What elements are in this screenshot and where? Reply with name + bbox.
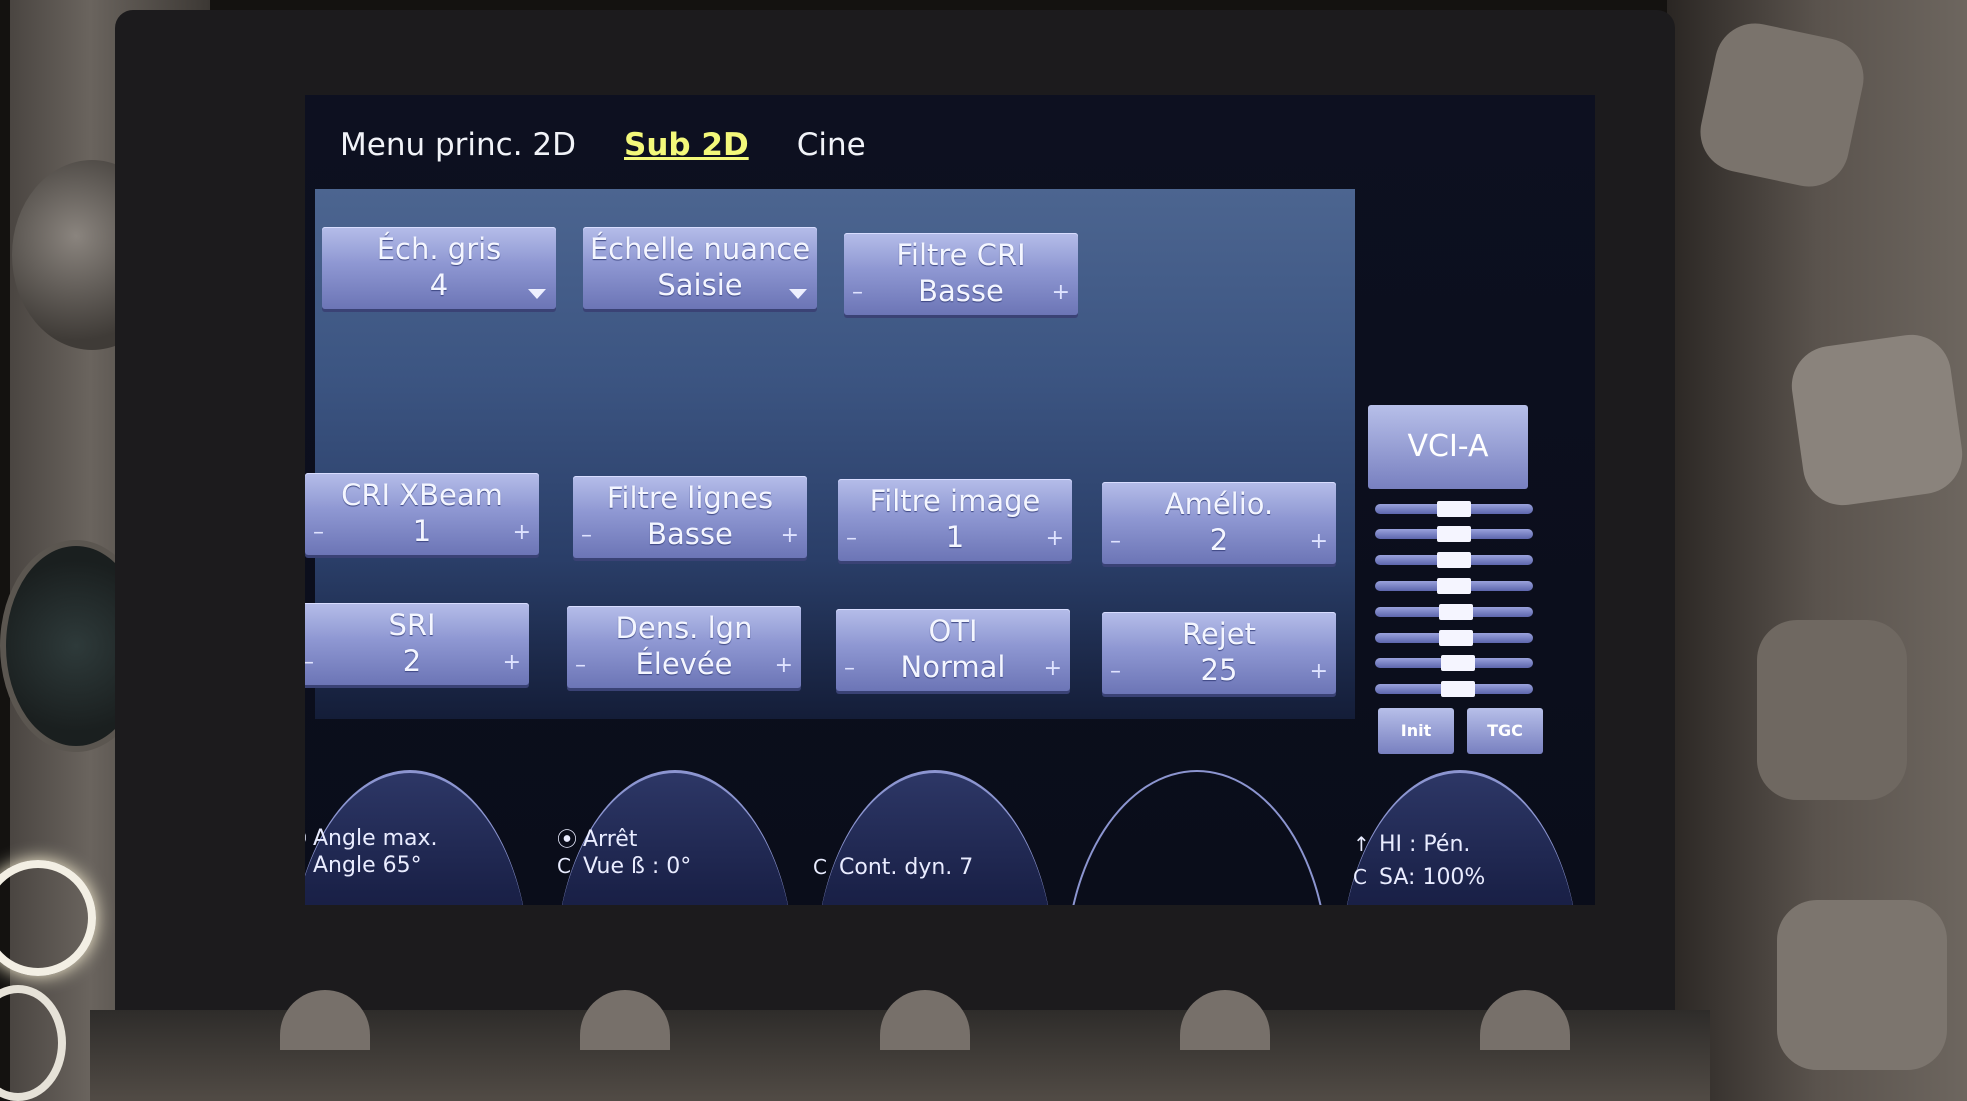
button-value: Saisie xyxy=(657,268,743,302)
dial-line: ↑ HI : Pén. xyxy=(1353,832,1471,857)
tgc-slider-track[interactable] xyxy=(1375,604,1533,620)
filtre-cri-button[interactable]: Filtre CRI Basse – + xyxy=(844,233,1078,315)
init-button[interactable]: Init xyxy=(1378,708,1454,754)
minus-icon[interactable]: – xyxy=(575,648,586,684)
minus-icon[interactable]: – xyxy=(846,521,857,557)
rotate-icon: C xyxy=(305,853,313,877)
button-value: 1 xyxy=(945,520,965,554)
plus-icon[interactable]: + xyxy=(781,518,799,554)
plus-icon[interactable]: + xyxy=(1044,651,1062,687)
button-value: 1 xyxy=(412,514,432,548)
ech-gris-button[interactable]: Éch. gris 4 xyxy=(322,227,556,309)
console-key xyxy=(1786,329,1967,511)
rejet-button[interactable]: Rejet 25 – + xyxy=(1102,612,1336,694)
plus-icon[interactable]: + xyxy=(503,645,521,681)
tab-cine[interactable]: Cine xyxy=(797,127,866,163)
tgc-button[interactable]: TGC xyxy=(1467,708,1543,754)
button-label: Filtre image xyxy=(869,484,1041,518)
button-label: SRI xyxy=(388,608,436,642)
button-label: Échelle nuance xyxy=(589,232,811,266)
cri-xbeam-button[interactable]: CRI XBeam 1 – + xyxy=(305,473,539,555)
amelio-button[interactable]: Amélio. 2 – + xyxy=(1102,482,1336,564)
button-label: OTI xyxy=(928,614,978,648)
minus-icon[interactable]: – xyxy=(1110,654,1121,690)
minus-icon[interactable]: – xyxy=(1110,524,1121,560)
console-key xyxy=(1777,900,1947,1070)
dial-line: C Cont. dyn. 7 xyxy=(813,855,974,880)
tgc-slider-handle[interactable] xyxy=(1437,501,1471,517)
button-label: Dens. lgn xyxy=(615,611,753,645)
arrow-up-icon: ↑ xyxy=(1353,832,1370,856)
plus-icon[interactable]: + xyxy=(513,515,531,551)
dens-lgn-button[interactable]: Dens. lgn Élevée – + xyxy=(567,606,801,688)
button-label: Éch. gris xyxy=(376,232,502,266)
button-value: Basse xyxy=(647,517,733,551)
rotate-icon: C xyxy=(1353,865,1367,889)
tgc-slider-track[interactable] xyxy=(1375,630,1533,646)
console-bottom xyxy=(90,990,1710,1101)
dial-line: CAngle 65° xyxy=(305,853,422,878)
tgc-slider-track[interactable] xyxy=(1375,552,1533,568)
tgc-slider-track[interactable] xyxy=(1375,578,1533,594)
dial-line: C SA: 100% xyxy=(1353,865,1486,890)
tgc-slider-handle[interactable] xyxy=(1437,578,1471,594)
rotate-icon: C xyxy=(813,855,827,879)
tab-bar: Menu princ. 2D Sub 2D Cine xyxy=(340,127,866,167)
tab-menu-princ-2d[interactable]: Menu princ. 2D xyxy=(340,127,576,163)
plus-icon[interactable]: + xyxy=(1052,275,1070,311)
plus-icon[interactable]: + xyxy=(1310,654,1328,690)
filtre-image-button[interactable]: Filtre image 1 – + xyxy=(838,479,1072,561)
preset-vci-a-button[interactable]: VCI-A xyxy=(1368,405,1528,489)
button-value: Basse xyxy=(918,274,1004,308)
button-label: Amélio. xyxy=(1164,487,1274,521)
filtre-lignes-button[interactable]: Filtre lignes Basse – + xyxy=(573,476,807,558)
dial-empty[interactable] xyxy=(1065,770,1329,905)
minus-icon[interactable]: – xyxy=(844,651,855,687)
button-value: Élevée xyxy=(635,647,733,681)
rotate-icon: C xyxy=(557,854,571,878)
tgc-slider-track[interactable] xyxy=(1375,681,1533,697)
tgc-slider-handle[interactable] xyxy=(1437,526,1471,542)
tgc-slider-track[interactable] xyxy=(1375,655,1533,671)
dial-cont-dyn[interactable] xyxy=(815,770,1055,905)
console-key xyxy=(1693,16,1871,194)
tgc-slider-handle[interactable] xyxy=(1441,681,1475,697)
button-label: CRI XBeam xyxy=(341,478,503,512)
button-label: Filtre lignes xyxy=(606,481,774,515)
radio-icon: ⦿ xyxy=(305,822,313,851)
dial-line: ⦿Angle max. xyxy=(305,822,438,851)
tgc-slider-track[interactable] xyxy=(1375,501,1533,517)
plus-icon[interactable]: + xyxy=(775,648,793,684)
button-value: 4 xyxy=(429,268,449,302)
button-value: 25 xyxy=(1200,653,1238,687)
tgc-slider-track[interactable] xyxy=(1375,526,1533,542)
radio-icon: ⦿ xyxy=(557,827,577,851)
tab-sub-2d[interactable]: Sub 2D xyxy=(624,127,749,163)
button-label: Rejet xyxy=(1182,617,1256,651)
minus-icon[interactable]: – xyxy=(581,518,592,554)
minus-icon[interactable]: – xyxy=(313,515,324,551)
device-right-panel xyxy=(1667,0,1967,1101)
minus-icon[interactable]: – xyxy=(852,275,863,311)
plus-icon[interactable]: + xyxy=(1046,521,1064,557)
console-key xyxy=(1757,620,1907,800)
tgc-slider-handle[interactable] xyxy=(1437,552,1471,568)
button-value: 2 xyxy=(1209,523,1229,557)
tgc-slider-handle[interactable] xyxy=(1439,604,1473,620)
dropdown-arrow-icon xyxy=(789,289,807,299)
button-value: Normal xyxy=(900,650,1006,684)
touch-screen: Menu princ. 2D Sub 2D Cine Éch. gris 4 É… xyxy=(305,95,1595,905)
dropdown-arrow-icon xyxy=(528,289,546,299)
echelle-nuance-button[interactable]: Échelle nuance Saisie xyxy=(583,227,817,309)
dial-line: ⦿ Arrêt xyxy=(557,823,637,852)
tgc-slider-handle[interactable] xyxy=(1439,630,1473,646)
button-label: Filtre CRI xyxy=(896,238,1026,272)
oti-button[interactable]: OTI Normal – + xyxy=(836,609,1070,691)
minus-icon[interactable]: – xyxy=(305,645,314,681)
tgc-slider-handle[interactable] xyxy=(1441,655,1475,671)
dial-line: C Vue ß : 0° xyxy=(557,854,692,879)
button-value: 2 xyxy=(402,644,422,678)
sri-button[interactable]: SRI 2 – + xyxy=(305,603,529,685)
plus-icon[interactable]: + xyxy=(1310,524,1328,560)
